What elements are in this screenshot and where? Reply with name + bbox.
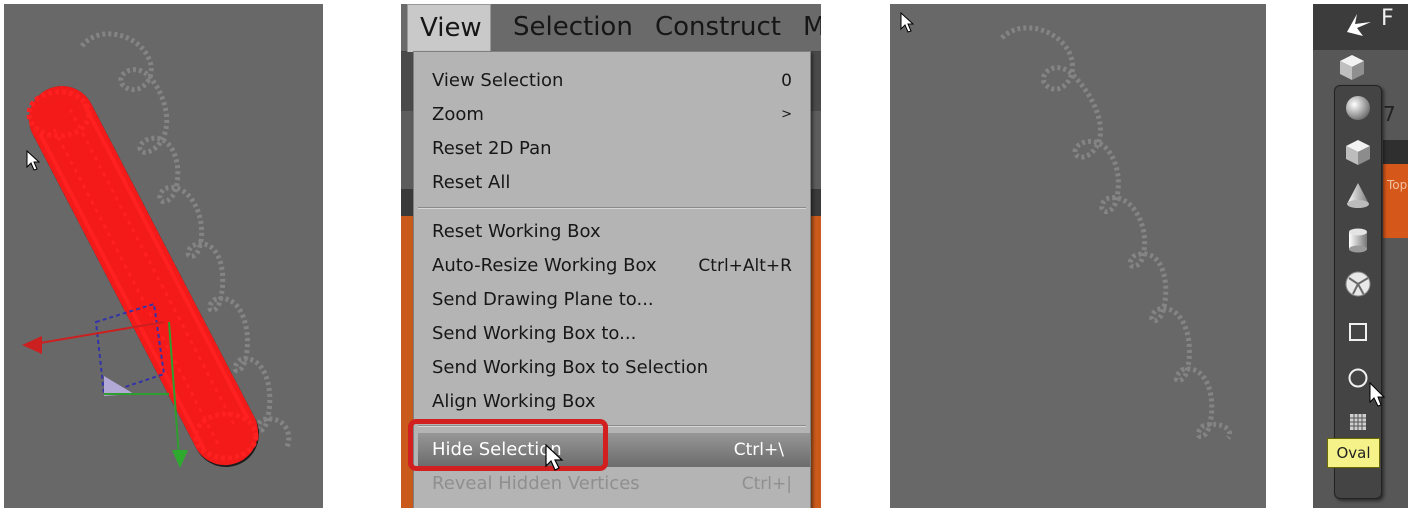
- menu-item-label: Align Working Box: [432, 391, 596, 412]
- highlight-callout-box: [408, 419, 608, 471]
- tooltip-oval: Oval: [1327, 438, 1380, 468]
- viewport-canvas: [22, 31, 292, 468]
- menu-item-label: Send Working Box to...: [432, 323, 637, 344]
- menu-item-label: Zoom: [432, 104, 484, 125]
- oval-icon[interactable]: [1344, 364, 1372, 392]
- cone-icon[interactable]: [1344, 182, 1372, 210]
- cylinder-icon[interactable]: [1344, 226, 1372, 254]
- view-dropdown: View Selection 0 Zoom > Reset 2D Pan Reset…: [408, 51, 811, 508]
- menu-separator: [418, 207, 806, 209]
- menu-item-label: Reset 2D Pan: [432, 138, 552, 159]
- viewport-selected-object[interactable]: [4, 4, 323, 508]
- primitives-palette: [1334, 85, 1382, 499]
- menu-item-shortcut: 0: [781, 71, 792, 91]
- viewport-canvas: [1000, 25, 1233, 440]
- menu-item-reset-all[interactable]: Reset All: [432, 166, 804, 200]
- menu-item-label: Send Drawing Plane to...: [432, 289, 654, 310]
- menu-view[interactable]: View: [407, 4, 491, 52]
- menu-item-shortcut: Ctrl+\: [733, 440, 784, 460]
- menu-item-reveal-hidden-vertices: Reveal Hidden Vertices Ctrl+|: [432, 467, 804, 501]
- app-title-bar: F: [1313, 4, 1408, 50]
- app-title-fragment: F: [1381, 6, 1394, 31]
- cube-icon[interactable]: [1344, 138, 1372, 166]
- viewport-hidden-selection[interactable]: [890, 4, 1266, 508]
- menu-item-reset-working-box[interactable]: Reset Working Box: [432, 215, 804, 249]
- menu-item-label: View Selection: [432, 70, 564, 91]
- menu-item-align-working-box[interactable]: Align Working Box: [432, 385, 804, 419]
- menu-construct[interactable]: Construct: [655, 12, 781, 42]
- sphere-icon[interactable]: [1344, 94, 1372, 122]
- pointer-cursor-icon: [26, 150, 40, 171]
- menu-item-label: Reveal Hidden Vertices: [432, 473, 640, 494]
- primitives-toolbar-panel: F 7 Top Oval: [1313, 4, 1408, 508]
- square-icon[interactable]: [1344, 318, 1372, 346]
- side-panel-dark: [1383, 140, 1408, 164]
- globe-icon[interactable]: [1344, 270, 1372, 298]
- pointer-cursor-icon: [1369, 382, 1385, 407]
- side-number: 7: [1383, 102, 1396, 126]
- menu-item-send-working-box-to-selection[interactable]: Send Working Box to Selection: [432, 351, 804, 385]
- menu-item-zoom[interactable]: Zoom >: [432, 98, 804, 132]
- menu-item-reset-2d-pan[interactable]: Reset 2D Pan: [432, 132, 804, 166]
- cube-tool-icon[interactable]: [1337, 52, 1367, 82]
- menu-item-auto-resize-working-box[interactable]: Auto-Resize Working Box Ctrl+Alt+R: [432, 249, 804, 283]
- menu-item-label: Auto-Resize Working Box: [432, 255, 657, 276]
- spiral-path: [1000, 25, 1233, 440]
- menu-item-label: Send Working Box to Selection: [432, 357, 709, 378]
- menu-item-send-working-box[interactable]: Send Working Box to...: [432, 317, 804, 351]
- menu-truncated[interactable]: M: [803, 12, 821, 42]
- menu-item-send-drawing-plane[interactable]: Send Drawing Plane to...: [432, 283, 804, 317]
- menu-item-label: Reset All: [432, 172, 511, 193]
- menu-bar: View Selection Construct M: [401, 4, 821, 52]
- menu-item-shortcut: Ctrl+Alt+R: [698, 256, 792, 276]
- menu-item-shortcut: Ctrl+|: [741, 474, 792, 494]
- pointer-cursor-icon: [900, 12, 914, 33]
- app-logo-icon: [1347, 14, 1371, 36]
- pointer-cursor-icon: [545, 444, 564, 471]
- view-menu-panel: View Selection Construct M View Selectio…: [401, 4, 821, 508]
- side-panel-orange: [1383, 164, 1408, 238]
- menu-item-label: Reset Working Box: [432, 221, 601, 242]
- side-panel-label: Top: [1387, 178, 1408, 192]
- menu-selection[interactable]: Selection: [513, 12, 633, 42]
- grid-icon[interactable]: [1344, 408, 1372, 436]
- submenu-chevron-icon: >: [781, 107, 792, 122]
- menu-item-view-selection[interactable]: View Selection 0: [432, 64, 804, 98]
